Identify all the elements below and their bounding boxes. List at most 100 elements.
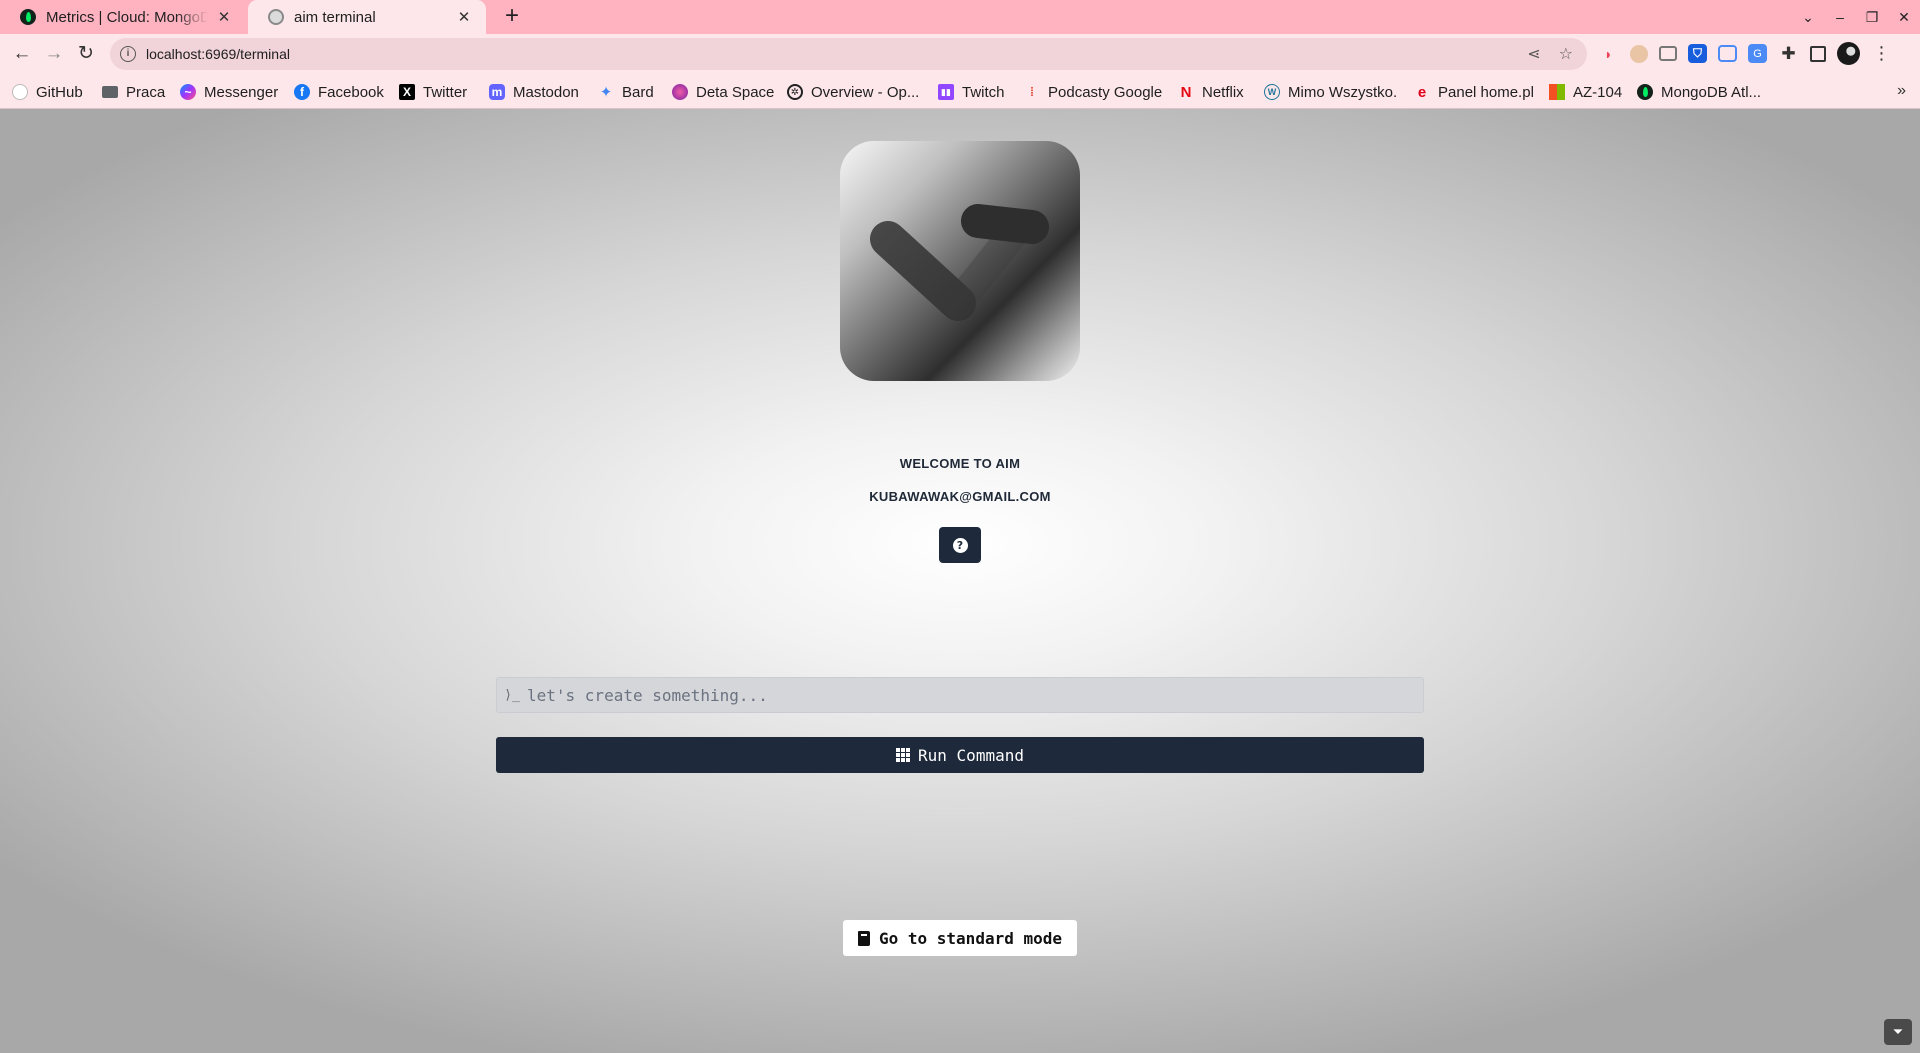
bookmark-label: Facebook — [318, 83, 384, 101]
bookmark-panel-homepl[interactable]: e Panel home.pl — [1414, 82, 1534, 102]
bookmark-mastodon[interactable]: m Mastodon — [489, 82, 579, 102]
bookmark-label: Mastodon — [513, 83, 579, 101]
terminal-prompt-icon: ⟩_ — [504, 687, 520, 703]
aim-logo — [840, 141, 1080, 381]
standard-mode-label: Go to standard mode — [878, 928, 1063, 948]
help-button[interactable]: ? — [939, 527, 981, 563]
globe-icon — [268, 9, 284, 25]
extensions-bar: ◗ ⛉ G ✚ ⋮ — [1598, 42, 1892, 65]
tab-aim-terminal[interactable]: aim terminal ✕ — [248, 0, 486, 34]
restore-icon[interactable]: ❐ — [1856, 9, 1888, 26]
bookmark-label: GitHub — [36, 83, 83, 101]
bookmark-twitch[interactable]: ▮▮ Twitch — [938, 82, 1005, 102]
tab-metrics[interactable]: Metrics | Cloud: MongoDB Cloud ✕ — [0, 0, 246, 34]
bookmark-star-icon[interactable]: ☆ — [1559, 44, 1573, 64]
user-email: KUBAWAWAK@GMAIL.COM — [869, 489, 1051, 504]
bookmarks-bar: GitHub Praca ~ Messenger f Facebook X Tw… — [0, 75, 1920, 109]
microsoft-icon — [1549, 84, 1565, 100]
bookmark-label: Praca — [126, 83, 166, 101]
bookmark-label: Deta Space — [696, 83, 775, 101]
bookmark-mongodb-atlas[interactable]: MongoDB Atl... — [1637, 82, 1761, 102]
kebab-menu-icon[interactable]: ⋮ — [1871, 43, 1892, 64]
bookmark-messenger[interactable]: ~ Messenger — [180, 82, 278, 102]
wordpress-icon: W — [1264, 84, 1280, 100]
bookmark-deta-space[interactable]: Deta Space — [672, 82, 774, 102]
bookmark-praca[interactable]: Praca — [102, 82, 165, 102]
bookmark-label: AZ-104 — [1573, 83, 1623, 101]
run-command-label: Run Command — [918, 745, 1024, 765]
run-command-button[interactable]: Run Command — [496, 737, 1424, 773]
mastodon-icon: m — [489, 84, 505, 100]
bookmark-label: Overview - Op... — [811, 83, 920, 101]
x-icon: X — [399, 84, 415, 100]
bookmark-facebook[interactable]: f Facebook — [294, 82, 384, 102]
bookmark-label: Netflix — [1202, 83, 1244, 101]
bookmark-label: Panel home.pl — [1438, 83, 1534, 101]
deta-icon — [672, 84, 688, 100]
folder-icon — [102, 86, 118, 98]
github-icon — [12, 84, 28, 100]
bookmark-label: Twitter — [423, 83, 468, 101]
reload-icon[interactable]: ↻ — [72, 40, 100, 68]
openai-icon: ✲ — [787, 84, 803, 100]
mongodb-leaf-icon — [20, 9, 36, 25]
welcome-heading: WELCOME TO AIM — [899, 456, 1021, 471]
share-icon[interactable]: ⋖ — [1527, 44, 1540, 64]
bookmark-mimo-wszystko[interactable]: W Mimo Wszystko. — [1264, 82, 1397, 102]
facebook-icon: f — [294, 84, 310, 100]
screenshot-icon[interactable] — [1718, 45, 1737, 62]
profile-avatar[interactable] — [1837, 42, 1860, 65]
bookmark-az-104[interactable]: AZ-104 — [1549, 82, 1622, 102]
bookmark-twitter[interactable]: X Twitter — [399, 82, 467, 102]
cast-icon[interactable] — [1659, 46, 1677, 61]
bard-sparkle-icon: ✦ — [599, 84, 613, 101]
netflix-icon: N — [1180, 83, 1192, 101]
bookmark-bard[interactable]: ✦ Bard — [598, 82, 654, 102]
back-icon[interactable]: ← — [8, 40, 36, 68]
extension-face-icon[interactable] — [1630, 44, 1648, 63]
bookmark-netflix[interactable]: N Netflix — [1178, 82, 1244, 102]
checkmark-logo-icon — [870, 204, 1049, 321]
window-controls: ⌄ – ❐ ✕ — [1792, 0, 1920, 34]
command-input[interactable] — [527, 678, 1423, 712]
browser-toolbar: ← → ↻ i localhost:6969/terminal ⋖ ☆ ◗ ⛉ … — [0, 34, 1920, 75]
tab-search-chevron-icon[interactable]: ⌄ — [1792, 9, 1824, 26]
standard-mode-button[interactable]: Go to standard mode — [843, 920, 1077, 956]
bookmark-label: Messenger — [204, 83, 279, 101]
site-info-icon[interactable]: i — [120, 46, 136, 62]
bookmark-label: Twitch — [962, 83, 1005, 101]
close-window-icon[interactable]: ✕ — [1888, 9, 1920, 26]
dev-tools-toggle-icon[interactable]: ⏷ — [1884, 1019, 1912, 1045]
extensions-puzzle-icon[interactable]: ✚ — [1778, 43, 1799, 64]
bitwarden-icon[interactable]: ⛉ — [1688, 44, 1707, 63]
tab-title: aim terminal — [294, 8, 376, 26]
question-circle-icon: ? — [952, 537, 968, 553]
forward-icon[interactable]: → — [40, 40, 68, 68]
close-icon[interactable]: ✕ — [214, 8, 234, 26]
close-icon[interactable]: ✕ — [454, 8, 474, 26]
address-url: localhost:6969/terminal — [146, 46, 290, 62]
address-bar[interactable]: i localhost:6969/terminal ⋖ ☆ — [110, 38, 1587, 70]
new-tab-button[interactable]: + — [499, 4, 525, 30]
translate-icon[interactable]: G — [1748, 44, 1767, 63]
bookmark-podcasty-google[interactable]: ⁞ Podcasty Google — [1024, 82, 1162, 102]
bookmark-label: MongoDB Atl... — [1661, 83, 1762, 101]
twitch-icon: ▮▮ — [938, 84, 954, 100]
bookmark-label: Bard — [622, 83, 654, 101]
grid-icon — [896, 748, 911, 762]
tab-strip: Metrics | Cloud: MongoDB Cloud ✕ aim ter… — [0, 0, 1920, 34]
bookmark-label: Mimo Wszystko. — [1288, 83, 1398, 101]
pocket-icon[interactable]: ◗ — [1598, 43, 1619, 64]
side-panel-icon[interactable] — [1810, 45, 1826, 62]
google-podcasts-icon: ⁞ — [1030, 85, 1034, 99]
bookmark-label: Podcasty Google — [1048, 83, 1163, 101]
command-input-wrapper: ⟩_ — [496, 677, 1424, 713]
minimize-icon[interactable]: – — [1824, 9, 1856, 25]
messenger-icon: ~ — [180, 84, 196, 100]
bookmark-openai[interactable]: ✲ Overview - Op... — [787, 82, 919, 102]
mongodb-leaf-icon — [1637, 84, 1653, 100]
homepl-icon: e — [1417, 83, 1427, 101]
bookmark-github[interactable]: GitHub — [12, 82, 83, 102]
terminal-page: WELCOME TO AIM KUBAWAWAK@GMAIL.COM ? ⟩_ … — [0, 109, 1920, 1053]
more-bookmarks-icon[interactable]: » — [1897, 82, 1906, 100]
